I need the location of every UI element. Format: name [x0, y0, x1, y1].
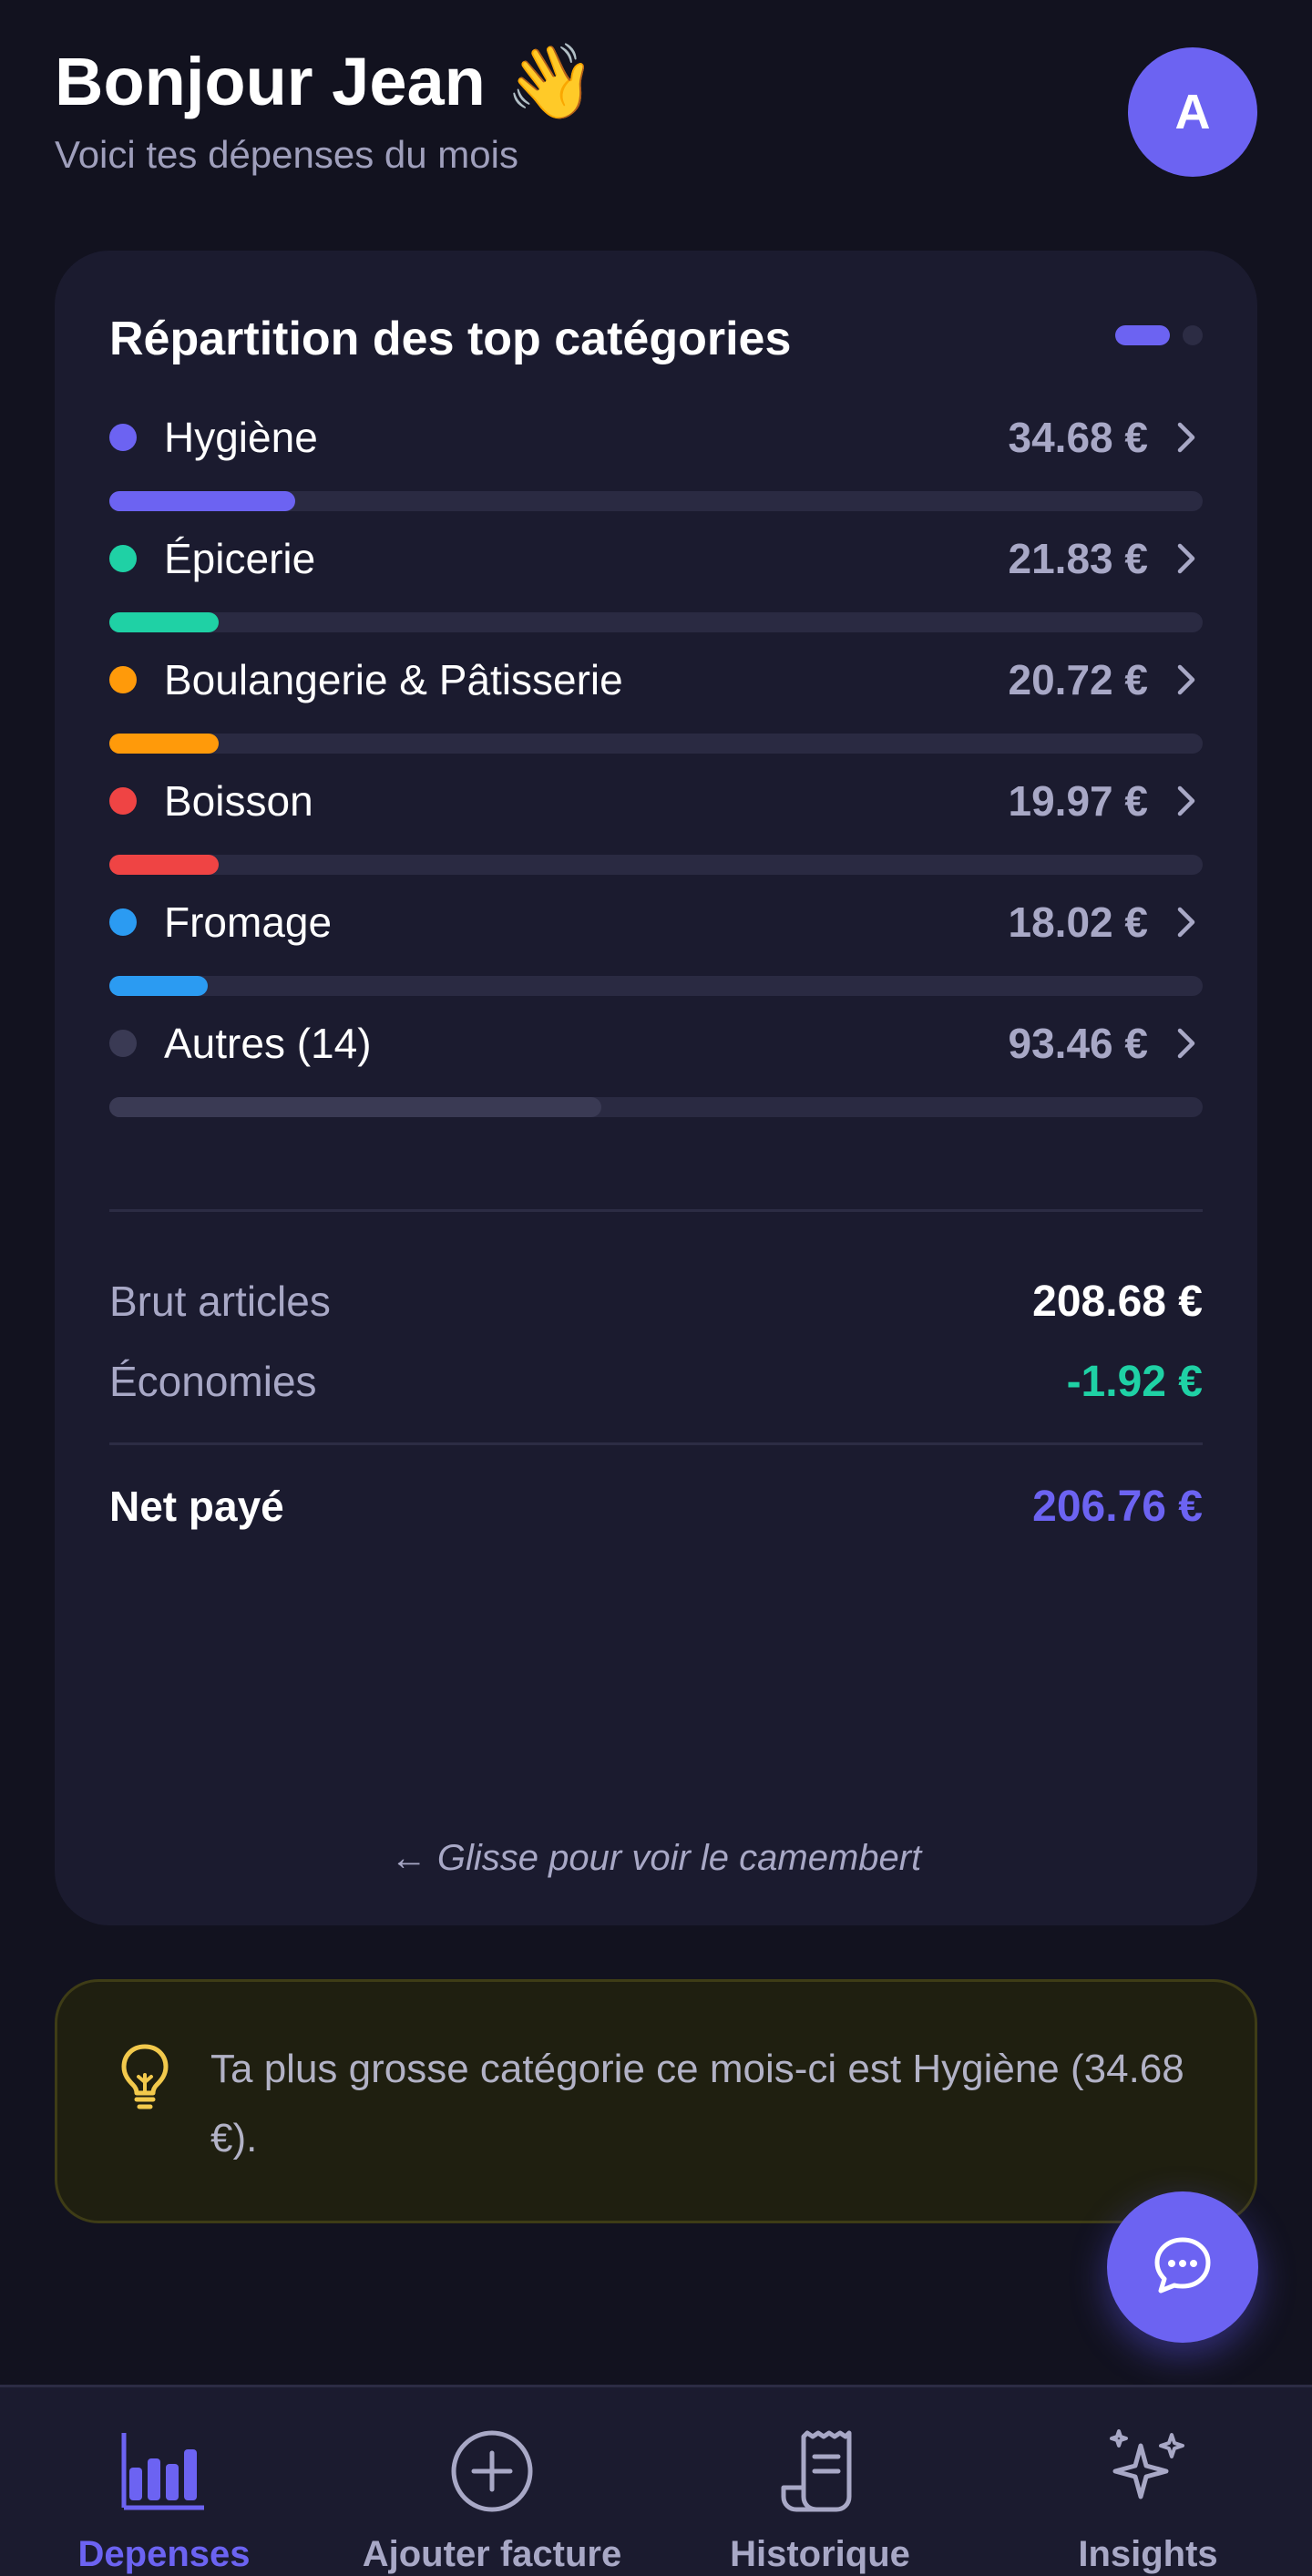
header: Bonjour Jean 👋 Voici tes dépenses du moi… — [55, 36, 1257, 191]
tip-text: Ta plus grosse catégorie ce mois-ci est … — [210, 2047, 1184, 2160]
category-progress-fill — [109, 734, 219, 754]
savings-label: Économies — [109, 1358, 317, 1405]
category-name: Boisson — [164, 777, 313, 825]
category-row[interactable]: Épicerie 21.83 € — [109, 527, 1203, 648]
gross-row: Brut articles 208.68 € — [109, 1269, 1203, 1333]
chevron-right-icon — [1172, 417, 1203, 457]
greeting-row: Bonjour Jean 👋 — [55, 36, 1257, 128]
plus-circle-icon — [448, 2427, 536, 2515]
category-name: Hygiène — [164, 414, 318, 461]
bottom-navigation: Depenses Ajouter facture Historique Insi… — [0, 2385, 1312, 2576]
category-row[interactable]: Boulangerie & Pâtisserie 20.72 € — [109, 648, 1203, 769]
sparkles-icon — [1104, 2427, 1192, 2515]
category-progress-track — [109, 612, 1203, 632]
chevron-right-icon — [1172, 660, 1203, 700]
wave-emoji-icon: 👋 — [505, 41, 597, 122]
insight-tip-card: Ta plus grosse catégorie ce mois-ci est … — [55, 1979, 1257, 2223]
nav-item-insights[interactable]: Insights — [984, 2387, 1312, 2576]
category-name: Fromage — [164, 898, 333, 946]
category-amount: 20.72 € — [1008, 656, 1148, 703]
chevron-right-icon — [1172, 781, 1203, 821]
gross-value: 208.68 € — [1032, 1277, 1203, 1326]
divider — [109, 1442, 1203, 1445]
category-color-dot — [109, 1030, 137, 1057]
greeting-subtitle: Voici tes dépenses du mois — [55, 133, 518, 176]
gross-label: Brut articles — [109, 1278, 331, 1325]
savings-value: -1.92 € — [1066, 1357, 1203, 1406]
greeting-title: Bonjour Jean — [55, 44, 486, 119]
nav-label: Insights — [1078, 2534, 1218, 2574]
category-progress-track — [109, 976, 1203, 996]
category-amount: 93.46 € — [1008, 1020, 1148, 1067]
savings-row: Économies -1.92 € — [109, 1350, 1203, 1413]
category-amount: 19.97 € — [1008, 777, 1148, 825]
category-progress-fill — [109, 612, 219, 632]
receipt-icon — [776, 2427, 864, 2515]
category-progress-track — [109, 855, 1203, 875]
category-name: Autres (14) — [164, 1020, 372, 1067]
category-color-dot — [109, 424, 137, 451]
lightbulb-icon — [119, 2042, 170, 2111]
category-progress-fill — [109, 1097, 601, 1117]
category-progress-fill — [109, 491, 295, 511]
pager-dot-active — [1115, 325, 1170, 345]
category-progress-track — [109, 491, 1203, 511]
chevron-right-icon — [1172, 1023, 1203, 1063]
category-amount: 21.83 € — [1008, 535, 1148, 582]
pager-dot — [1183, 325, 1203, 345]
nav-label: Historique — [730, 2534, 910, 2574]
category-amount: 18.02 € — [1008, 898, 1148, 946]
category-color-dot — [109, 545, 137, 572]
net-row: Net payé 206.76 € — [109, 1473, 1203, 1539]
nav-item-depenses[interactable]: Depenses — [0, 2387, 328, 2576]
category-progress-fill — [109, 855, 219, 875]
net-label: Net payé — [109, 1483, 284, 1530]
app-screen: Bonjour Jean 👋 Voici tes dépenses du moi… — [0, 0, 1312, 2576]
category-color-dot — [109, 787, 137, 815]
card-title: Répartition des top catégories — [109, 313, 792, 365]
chevron-right-icon — [1172, 539, 1203, 579]
nav-label: Depenses — [77, 2534, 251, 2574]
category-name: Épicerie — [164, 535, 316, 582]
avatar[interactable]: A — [1128, 47, 1257, 177]
category-amount: 34.68 € — [1008, 414, 1148, 461]
chat-bubble-icon — [1150, 2232, 1215, 2303]
category-row[interactable]: Autres (14) 93.46 € — [109, 1011, 1203, 1133]
chat-button[interactable] — [1107, 2191, 1258, 2343]
category-row[interactable]: Hygiène 34.68 € — [109, 405, 1203, 527]
nav-item-historique[interactable]: Historique — [656, 2387, 984, 2576]
category-breakdown-card[interactable]: Répartition des top catégories Hygiène 3… — [55, 251, 1257, 1925]
category-color-dot — [109, 908, 137, 936]
category-list: Hygiène 34.68 € Épicerie 21.83 € Boulang… — [109, 405, 1203, 1133]
category-row[interactable]: Fromage 18.02 € — [109, 890, 1203, 1011]
divider — [109, 1209, 1203, 1212]
category-progress-fill — [109, 976, 208, 996]
category-progress-track — [109, 734, 1203, 754]
category-name: Boulangerie & Pâtisserie — [164, 656, 623, 703]
chevron-right-icon — [1172, 902, 1203, 942]
category-color-dot — [109, 666, 137, 693]
swipe-hint: ← Glisse pour voir le camembert — [390, 1838, 922, 1878]
bar-chart-icon — [120, 2427, 208, 2515]
category-progress-track — [109, 1097, 1203, 1117]
card-pager — [1115, 325, 1203, 345]
category-row[interactable]: Boisson 19.97 € — [109, 769, 1203, 890]
nav-label: Ajouter facture — [362, 2534, 622, 2574]
nav-item-ajouter-facture[interactable]: Ajouter facture — [328, 2387, 656, 2576]
net-value: 206.76 € — [1032, 1482, 1203, 1531]
